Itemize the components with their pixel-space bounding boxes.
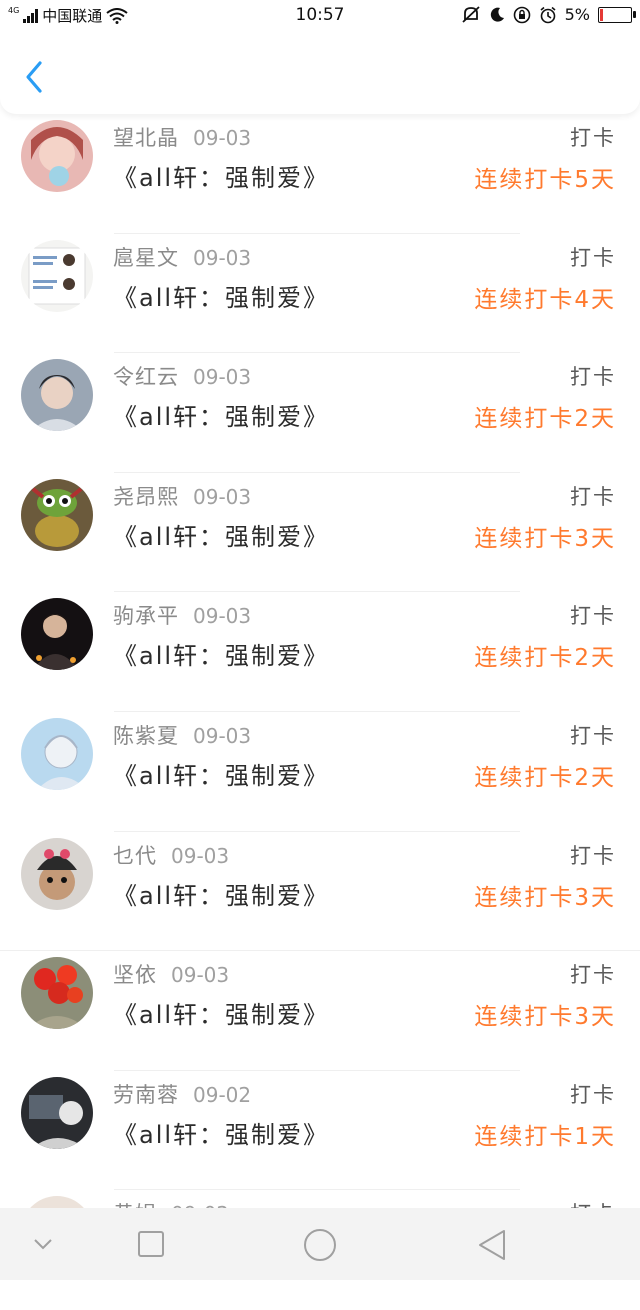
list-item[interactable]: 坚依 09-03 《all轩：强制爱》 打卡 连续打卡3天 [0,951,640,1071]
user-line: 驹承平 09-03 [113,600,251,630]
avatar[interactable] [21,478,93,551]
user-line: 望北晶 09-03 [113,122,251,152]
page-header [0,32,640,114]
list-item[interactable]: 陈紫夏 09-03 《all轩：强制爱》 打卡 连续打卡2天 [0,712,640,832]
list-item[interactable]: 望北晶 09-03 《all轩：强制爱》 打卡 连续打卡5天 [0,114,640,234]
checkin-list: 望北晶 09-03 《all轩：强制爱》 打卡 连续打卡5天 扈星文 09-03 《… [0,114,640,1310]
list-item[interactable]: 乜代 09-03 《all轩：强制爱》 打卡 连续打卡3天 [0,832,640,952]
list-item[interactable]: 令红云 09-03 《all轩：强制爱》 打卡 连续打卡2天 [0,353,640,473]
chevron-down-icon[interactable] [30,1228,56,1260]
user-name[interactable]: 乜代 [113,844,157,868]
streak-label: 连续打卡3天 [474,525,616,552]
streak-label: 连续打卡2天 [474,406,616,433]
battery-icon [598,6,636,23]
checkin-tag: 打卡 [570,604,616,629]
system-nav-bar [0,1208,640,1280]
list-item[interactable]: 驹承平 09-03 《all轩：强制爱》 打卡 连续打卡2天 [0,592,640,712]
user-name[interactable]: 扈星文 [113,246,179,270]
rotation-lock-icon [513,6,530,23]
status-bar: 4G 中国联通 10:57 5% [0,0,640,32]
avatar[interactable] [21,359,93,432]
triangle-back-icon[interactable] [476,1228,508,1262]
streak-label: 连续打卡2天 [474,645,616,672]
streak-label: 连续打卡3天 [474,884,616,911]
checkin-tag: 打卡 [570,1082,616,1107]
alarm-icon [540,6,556,23]
user-name[interactable]: 望北晶 [113,126,179,150]
book-title[interactable]: 《all轩：强制爱》 [113,1115,329,1150]
avatar[interactable] [21,598,93,671]
user-line: 陈紫夏 09-03 [113,720,251,750]
status-right: 5% [461,5,636,24]
checkin-tag: 打卡 [570,126,616,150]
user-line: 坚依 09-03 [113,959,229,989]
square-icon[interactable] [136,1228,166,1260]
checkin-tag: 打卡 [570,843,616,868]
checkin-date: 09-03 [193,365,252,390]
streak-label: 连续打卡2天 [474,764,616,791]
user-name[interactable]: 劳南蓉 [113,1083,179,1107]
user-name[interactable]: 驹承平 [113,604,179,628]
avatar[interactable] [21,837,93,910]
user-line: 扈星文 09-03 [113,242,251,272]
streak-label: 连续打卡3天 [474,1004,616,1031]
mute-vibrate-icon [461,5,480,23]
moon-icon [490,7,504,22]
checkin-tag: 打卡 [570,723,616,748]
user-line: 令红云 09-03 [113,361,251,391]
checkin-date: 09-03 [193,245,252,270]
user-name[interactable]: 尧昂熙 [113,485,179,509]
user-line: 尧昂熙 09-03 [113,481,251,511]
streak-label: 连续打卡4天 [474,286,616,313]
avatar[interactable] [21,717,93,790]
checkin-date: 09-03 [193,604,252,629]
list-item[interactable]: 尧昂熙 09-03 《all轩：强制爱》 打卡 连续打卡3天 [0,473,640,593]
battery-percent: 5% [564,5,590,24]
avatar[interactable] [21,957,93,1030]
book-title[interactable]: 《all轩：强制爱》 [113,517,329,552]
checkin-date: 09-03 [171,963,230,988]
checkin-date: 09-03 [193,723,252,748]
book-title[interactable]: 《all轩：强制爱》 [113,158,329,193]
streak-label: 连续打卡1天 [474,1123,616,1150]
list-item[interactable]: 劳南蓉 09-02 《all轩：强制爱》 打卡 连续打卡1天 [0,1071,640,1191]
checkin-date: 09-02 [193,1082,252,1107]
book-title[interactable]: 《all轩：强制爱》 [113,278,329,313]
user-name[interactable]: 令红云 [113,365,179,389]
checkin-tag: 打卡 [570,245,616,270]
circle-icon[interactable] [302,1228,338,1262]
checkin-tag: 打卡 [570,963,616,988]
avatar[interactable] [21,120,93,192]
user-name[interactable]: 陈紫夏 [113,724,179,748]
streak-label: 连续打卡5天 [474,167,616,193]
user-line: 劳南蓉 09-02 [113,1079,251,1109]
user-name[interactable]: 坚依 [113,963,157,987]
checkin-tag: 打卡 [570,365,616,390]
book-title[interactable]: 《all轩：强制爱》 [113,876,329,911]
back-button[interactable] [20,60,50,94]
avatar[interactable] [21,239,93,312]
book-title[interactable]: 《all轩：强制爱》 [113,756,329,791]
book-title[interactable]: 《all轩：强制爱》 [113,995,329,1030]
chevron-left-icon [26,61,42,93]
avatar[interactable] [21,1076,93,1149]
checkin-date: 09-03 [171,843,230,868]
book-title[interactable]: 《all轩：强制爱》 [113,636,329,671]
list-item[interactable]: 扈星文 09-03 《all轩：强制爱》 打卡 连续打卡4天 [0,234,640,354]
book-title[interactable]: 《all轩：强制爱》 [113,397,329,432]
user-line: 乜代 09-03 [113,840,229,870]
checkin-date: 09-03 [193,484,252,509]
checkin-date: 09-03 [193,126,252,150]
checkin-tag: 打卡 [570,484,616,509]
